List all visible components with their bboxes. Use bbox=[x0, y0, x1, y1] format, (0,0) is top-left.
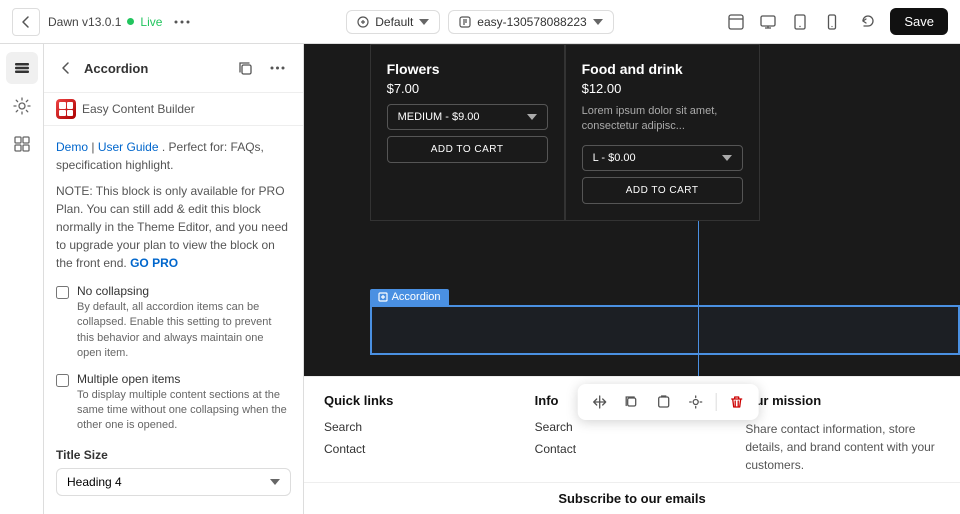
mission-heading: Our mission bbox=[745, 393, 940, 408]
panel-back-button[interactable] bbox=[56, 58, 76, 78]
customize-icon[interactable] bbox=[722, 8, 750, 36]
info-link-contact[interactable]: Contact bbox=[535, 442, 730, 456]
file-label: easy-130578088223 bbox=[477, 15, 586, 29]
sidebar-icon-settings[interactable] bbox=[6, 90, 38, 122]
toolbar-delete-btn[interactable] bbox=[723, 388, 751, 416]
product-card-0: Flowers $7.00 MEDIUM - $9.00 ADD TO CART bbox=[370, 44, 565, 221]
info-link-search[interactable]: Search bbox=[535, 420, 730, 434]
panel-body: Demo | User Guide . Perfect for: FAQs, s… bbox=[44, 126, 303, 508]
panel-title: Accordion bbox=[84, 61, 223, 76]
left-panel: Accordion Easy Content Builder Demo | bbox=[44, 44, 304, 514]
live-dot bbox=[127, 18, 134, 25]
quick-link-contact[interactable]: Contact bbox=[324, 442, 519, 456]
quick-links-heading: Quick links bbox=[324, 393, 519, 408]
panel-note: NOTE: This block is only available for P… bbox=[56, 182, 291, 272]
panel-header-icons bbox=[231, 54, 291, 82]
multiple-open-desc: To display multiple content sections at … bbox=[77, 388, 291, 434]
view-icons bbox=[722, 8, 846, 36]
no-collapsing-label: No collapsing bbox=[77, 284, 291, 298]
toolbar-divider bbox=[716, 393, 717, 411]
toolbar-copy-btn[interactable] bbox=[618, 388, 646, 416]
product-name-1: Food and drink bbox=[582, 61, 743, 77]
default-label: Default bbox=[375, 15, 413, 29]
topbar-right: Save bbox=[643, 8, 948, 36]
multiple-open-label: Multiple open items bbox=[77, 372, 291, 386]
tablet-icon[interactable] bbox=[786, 8, 814, 36]
sidebar-icons bbox=[0, 44, 44, 514]
canvas: Flowers $7.00 MEDIUM - $9.00 ADD TO CART… bbox=[304, 44, 960, 514]
title-size-label: Title Size bbox=[56, 448, 291, 462]
multiple-open-checkbox[interactable] bbox=[56, 374, 69, 387]
subscribe-label: Subscribe to our emails bbox=[304, 482, 960, 514]
toolbar-paste-btn[interactable] bbox=[650, 388, 678, 416]
back-button[interactable] bbox=[12, 8, 40, 36]
multiple-open-row: Multiple open items To display multiple … bbox=[56, 372, 291, 434]
panel-copy-icon[interactable] bbox=[231, 54, 259, 82]
add-to-cart-1[interactable]: ADD TO CART bbox=[582, 177, 743, 204]
user-guide-link[interactable]: User Guide bbox=[98, 140, 159, 154]
float-toolbar bbox=[578, 384, 759, 420]
footer-mission: Our mission Share contact information, s… bbox=[737, 393, 948, 474]
app-icon bbox=[56, 99, 76, 119]
add-to-cart-0[interactable]: ADD TO CART bbox=[387, 136, 548, 163]
no-collapsing-row: No collapsing By default, all accordion … bbox=[56, 284, 291, 362]
no-collapsing-checkbox[interactable] bbox=[56, 286, 69, 299]
panel-description: Demo | User Guide . Perfect for: FAQs, s… bbox=[56, 138, 291, 174]
sidebar-icon-layers[interactable] bbox=[6, 52, 38, 84]
no-collapsing-desc: By default, all accordion items can be c… bbox=[77, 300, 291, 362]
version-badge: Dawn v13.0.1 Live bbox=[48, 15, 162, 29]
mobile-icon[interactable] bbox=[818, 8, 846, 36]
topbar-left: Dawn v13.0.1 Live bbox=[12, 8, 317, 36]
more-button[interactable] bbox=[170, 10, 194, 34]
footer-quick-links: Quick links Search Contact bbox=[316, 393, 527, 474]
title-size-select[interactable]: Heading 4 Heading 1Heading 2Heading 3 He… bbox=[56, 468, 291, 496]
topbar: Dawn v13.0.1 Live Default easy-130578088… bbox=[0, 0, 960, 44]
go-pro-link[interactable]: GO PRO bbox=[130, 256, 178, 270]
save-button[interactable]: Save bbox=[890, 8, 948, 35]
panel-more-icon[interactable] bbox=[263, 54, 291, 82]
main-layout: Accordion Easy Content Builder Demo | bbox=[0, 44, 960, 514]
product-price-1: $12.00 bbox=[582, 81, 743, 96]
accordion-block[interactable]: Accordion bbox=[370, 289, 960, 355]
default-dropdown[interactable]: Default bbox=[346, 10, 440, 34]
sidebar-icon-blocks[interactable] bbox=[6, 128, 38, 160]
products-row: Flowers $7.00 MEDIUM - $9.00 ADD TO CART… bbox=[370, 44, 960, 221]
app-name: Easy Content Builder bbox=[82, 102, 195, 116]
demo-link[interactable]: Demo bbox=[56, 140, 88, 154]
version-label: Dawn v13.0.1 bbox=[48, 15, 121, 29]
toolbar-move-btn[interactable] bbox=[586, 388, 614, 416]
product-desc-1: Lorem ipsum dolor sit amet, consectetur … bbox=[582, 104, 743, 135]
topbar-center: Default easy-130578088223 bbox=[327, 10, 632, 34]
product-name-0: Flowers bbox=[387, 61, 548, 77]
store-preview: Flowers $7.00 MEDIUM - $9.00 ADD TO CART… bbox=[304, 44, 960, 514]
quick-link-search[interactable]: Search bbox=[324, 420, 519, 434]
panel-header: Accordion bbox=[44, 44, 303, 93]
toolbar-settings-btn[interactable] bbox=[682, 388, 710, 416]
app-badge: Easy Content Builder bbox=[44, 93, 303, 126]
undo-button[interactable] bbox=[854, 8, 882, 36]
file-dropdown[interactable]: easy-130578088223 bbox=[448, 10, 613, 34]
desktop-icon[interactable] bbox=[754, 8, 782, 36]
panel-desc-text: . Perfect for: FAQs, specification highl… bbox=[56, 140, 264, 172]
live-label: Live bbox=[140, 15, 162, 29]
variant-select-1[interactable]: L - $0.00 bbox=[582, 145, 743, 171]
accordion-content bbox=[370, 305, 960, 355]
accordion-block-label: Accordion bbox=[370, 289, 449, 305]
product-price-0: $7.00 bbox=[387, 81, 548, 96]
product-card-1: Food and drink $12.00 Lorem ipsum dolor … bbox=[565, 44, 760, 221]
variant-select-0[interactable]: MEDIUM - $9.00 bbox=[387, 104, 548, 130]
mission-text: Share contact information, store details… bbox=[745, 420, 940, 474]
